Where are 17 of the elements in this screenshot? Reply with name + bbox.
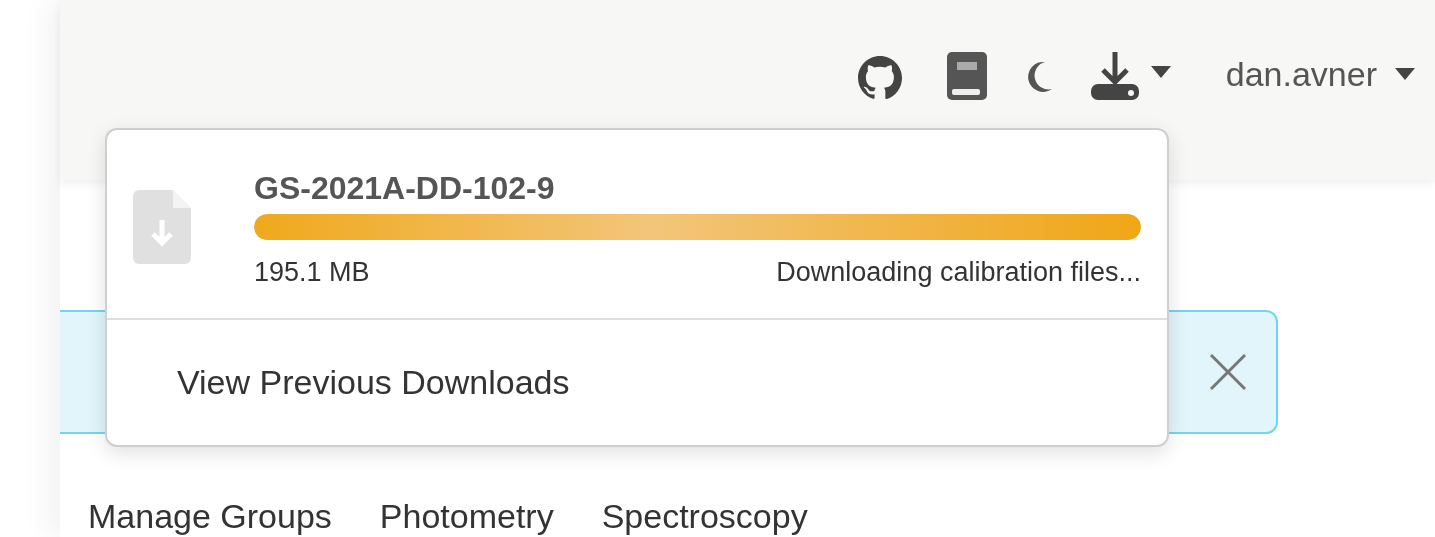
file-name: GS-2021A-DD-102-9 bbox=[254, 170, 556, 206]
file-size: 195.1 MB bbox=[254, 256, 370, 288]
nav-tab[interactable]: Spectroscopy bbox=[601, 496, 808, 536]
book-icon[interactable] bbox=[946, 52, 987, 100]
close-button[interactable] bbox=[1208, 352, 1248, 392]
nav-tab[interactable]: Manage Groups bbox=[88, 496, 332, 536]
download-status: Downloading calibration files... bbox=[776, 256, 1141, 288]
caret-icon bbox=[1150, 66, 1171, 78]
view-previous-downloads-link[interactable]: View Previous Downloads bbox=[177, 362, 570, 402]
caret-icon bbox=[1395, 68, 1415, 80]
close-icon bbox=[1208, 352, 1248, 392]
file-download-icon bbox=[133, 190, 191, 264]
download-icon bbox=[1090, 52, 1139, 100]
github-icon[interactable] bbox=[857, 56, 902, 100]
user-menu[interactable]: dan.avner bbox=[1225, 48, 1415, 100]
download-dropdown-toggle[interactable] bbox=[1090, 52, 1171, 100]
nav-tab[interactable]: Photometry bbox=[379, 496, 554, 536]
